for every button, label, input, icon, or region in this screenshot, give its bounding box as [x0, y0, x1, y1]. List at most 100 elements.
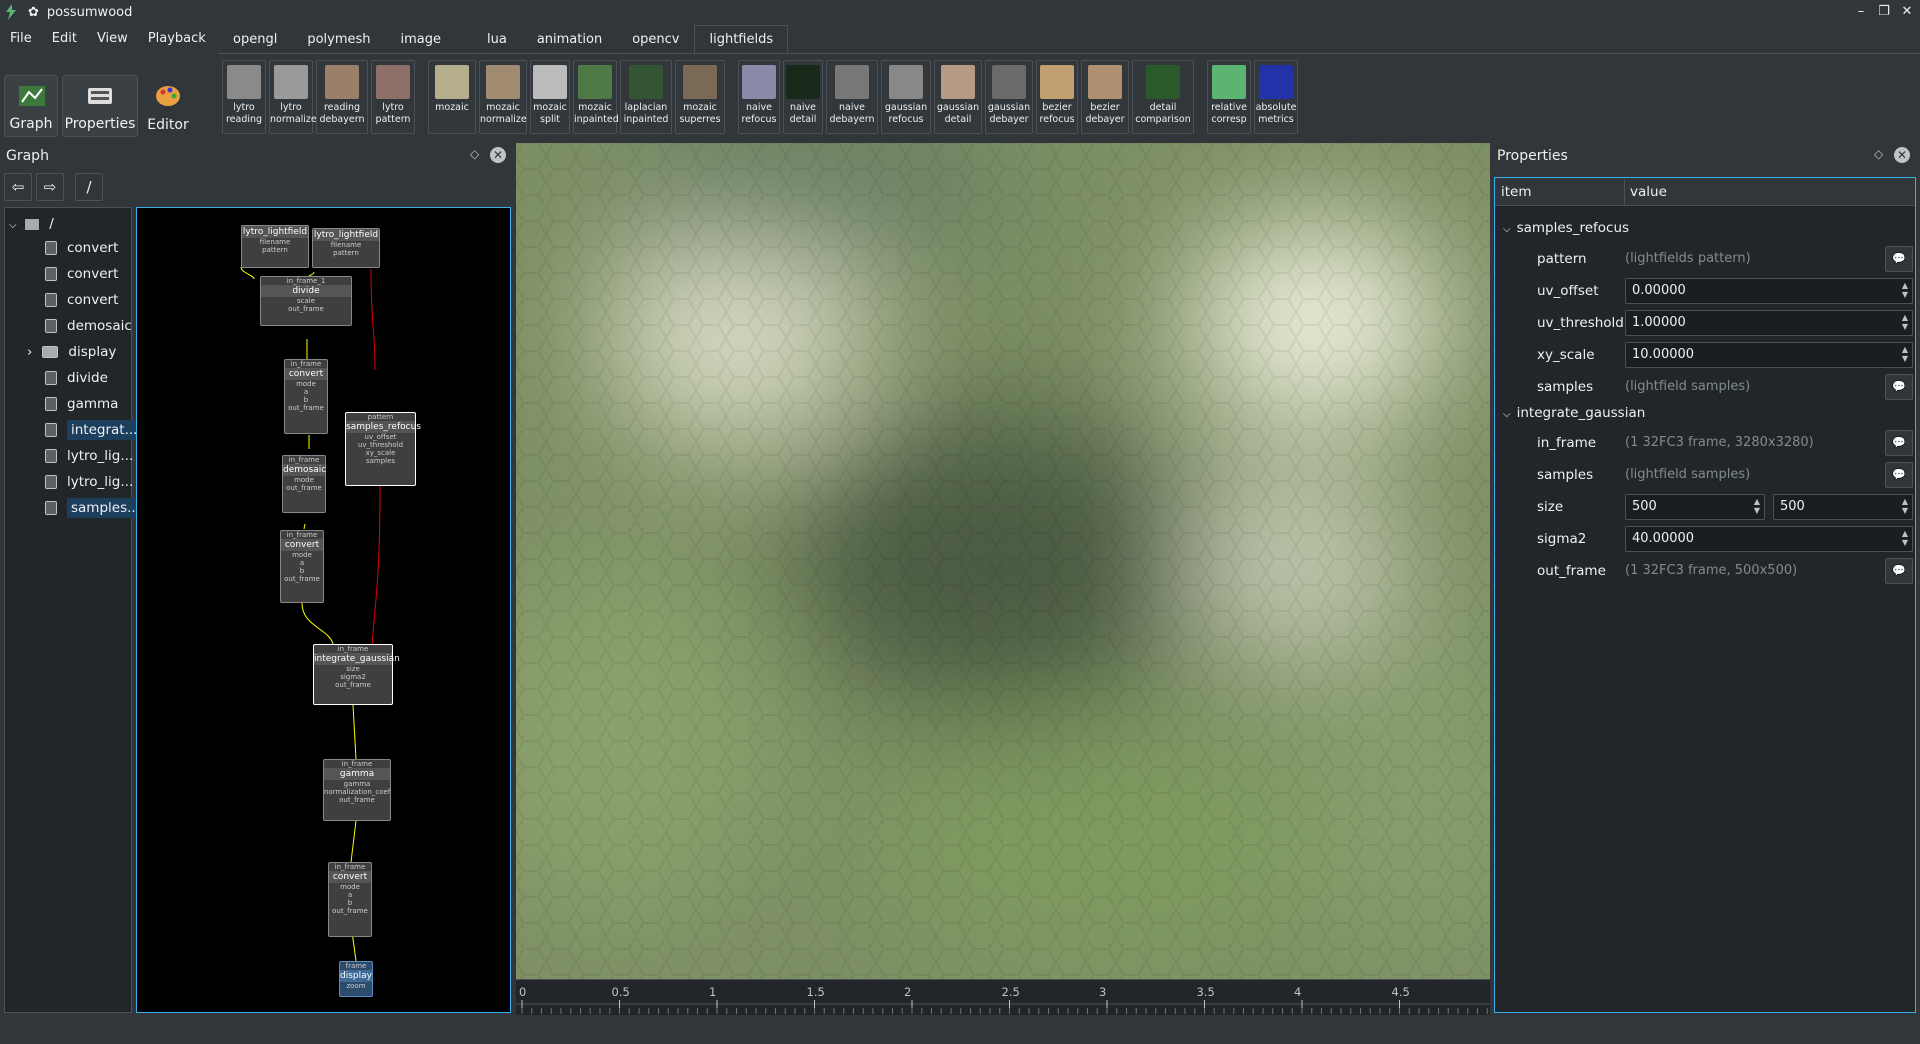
group-integrate-gaussian[interactable]: ⌵ integrate_gaussian — [1503, 400, 1645, 426]
tool-lytro-pattern-button[interactable]: lytro pattern — [371, 60, 415, 134]
tree-item-8[interactable]: lytro_lig... — [45, 444, 133, 468]
tool-reading-debayern-button[interactable]: reading debayern — [316, 60, 368, 134]
float-properties-icon[interactable]: ◇ — [1874, 147, 1883, 161]
tab-polymesh[interactable]: polymesh — [292, 25, 386, 53]
chevron-down-icon[interactable]: ⌵ — [1503, 224, 1511, 235]
tool-mozaic-superres-button[interactable]: mozaic superres — [675, 60, 725, 134]
close-properties-icon[interactable]: ✕ — [1894, 147, 1910, 163]
node-icon — [45, 501, 57, 515]
tool-absolute-metrics-button[interactable]: absolute metrics — [1254, 60, 1298, 134]
tool-bezier-refocus-button[interactable]: bezier refocus — [1036, 60, 1078, 134]
image-viewport[interactable] — [516, 143, 1490, 979]
tree-item-10[interactable]: samples... — [45, 496, 144, 520]
tool-naive-refocus-button[interactable]: naive refocus — [738, 60, 780, 134]
tree-item-1[interactable]: convert — [45, 262, 118, 286]
spin-arrows-icon[interactable]: ▲ ▼ — [1902, 497, 1908, 515]
tool-naive-debayern-button[interactable]: naive debayern — [826, 60, 878, 134]
comment-icon: 💬 — [1892, 436, 1906, 449]
node-convert-2[interactable]: in_frame convert mode a b out_frame — [280, 530, 324, 603]
tool-mozaic-normalize-button[interactable]: mozaic normalize — [479, 60, 527, 134]
tool-mozaic-button[interactable]: mozaic — [428, 60, 476, 134]
tool-relative-corresp-button[interactable]: relative corresp — [1207, 60, 1251, 134]
minimize-icon[interactable]: – — [1852, 3, 1870, 21]
tab-opengl[interactable]: opengl — [218, 25, 293, 53]
spin-arrows-icon[interactable]: ▲ ▼ — [1902, 345, 1908, 363]
size-height-input[interactable]: 500 ▲ ▼ — [1773, 494, 1913, 520]
node-lytro-lightfield-1[interactable]: lytro_lightfield filename pattern — [241, 225, 309, 268]
pattern-detail-button[interactable]: 💬 — [1885, 246, 1913, 272]
tree-item-6[interactable]: gamma — [45, 392, 118, 416]
spin-arrows-icon[interactable]: ▲ ▼ — [1902, 529, 1908, 547]
menu-view[interactable]: View — [87, 27, 138, 51]
tree-item-2[interactable]: convert — [45, 288, 118, 312]
tool-bezier-debayer-button[interactable]: bezier debayer — [1081, 60, 1129, 134]
menu-playback[interactable]: Playback — [138, 27, 216, 51]
float-graph-icon[interactable]: ◇ — [470, 147, 479, 161]
tab-image[interactable]: image — [385, 25, 456, 53]
node-graph-canvas[interactable]: lytro_lightfield filename pattern lytro_… — [136, 207, 511, 1013]
maximize-icon[interactable]: ❐ — [1875, 3, 1893, 21]
samples-detail-button[interactable]: 💬 — [1885, 374, 1913, 400]
menu-edit[interactable]: Edit — [42, 27, 87, 51]
tree-item-9[interactable]: lytro_lig... — [45, 470, 133, 494]
node-convert-1[interactable]: in_frame convert mode a b out_frame — [284, 359, 328, 434]
tab-lua[interactable]: lua — [472, 25, 522, 53]
tool-mozaic-inpainted-button[interactable]: mozaic inpainted — [573, 60, 619, 134]
tab-opencv[interactable]: opencv — [617, 25, 695, 53]
tree-item-3[interactable]: demosaic — [45, 314, 132, 338]
node-display[interactable]: frame display zoom — [339, 961, 373, 997]
spin-arrows-icon[interactable]: ▲ ▼ — [1754, 497, 1760, 515]
tool-label: refocus — [741, 114, 777, 125]
out-frame-detail-button[interactable]: 💬 — [1885, 558, 1913, 584]
tool-gaussian-detail-button[interactable]: gaussian detail — [934, 60, 982, 134]
back-button[interactable]: ⇦ — [4, 173, 32, 201]
node-integrate-gaussian[interactable]: in_frame integrate_gaussian size sigma2 … — [313, 644, 400, 705]
spin-arrows-icon[interactable]: ▲ ▼ — [1902, 313, 1908, 331]
tool-mozaic-split-button[interactable]: mozaic split — [530, 60, 570, 134]
group-samples-refocus[interactable]: ⌵ samples_refocus — [1503, 215, 1629, 241]
mode-graph-button[interactable]: Graph — [4, 75, 58, 137]
tree-item-label: display — [68, 344, 117, 360]
tool-gaussian-refocus-button[interactable]: gaussian refocus — [881, 60, 931, 134]
node-samples-refocus[interactable]: pattern samples_refocus uv_offset uv_thr… — [345, 412, 421, 486]
tree-item-4[interactable]: › display — [27, 340, 116, 364]
chevron-down-icon[interactable]: ⌵ — [9, 220, 17, 231]
tool-gaussian-debayer-button[interactable]: gaussian debayer — [985, 60, 1033, 134]
uv-threshold-input[interactable]: 1.00000 ▲ ▼ — [1625, 310, 1913, 336]
menu-file[interactable]: File — [0, 27, 42, 51]
tree-item-label: gamma — [67, 396, 119, 412]
forward-button[interactable]: ⇨ — [36, 173, 64, 201]
window-menu-icon[interactable]: ✿ — [28, 5, 39, 20]
size-width-input[interactable]: 500 ▲ ▼ — [1625, 494, 1765, 520]
tree-item-0[interactable]: convert — [45, 236, 118, 260]
tool-lytro-reading-button[interactable]: lytro reading — [222, 60, 266, 134]
tree-root[interactable]: ⌵ / — [9, 212, 54, 236]
mode-editor-button[interactable]: Editor — [141, 75, 195, 137]
tool-detail-comparison-button[interactable]: detail comparison — [1132, 60, 1194, 134]
tree-item-5[interactable]: divide — [45, 366, 108, 390]
node-demosaic[interactable]: in_frame demosaic mode out_frame — [282, 455, 326, 513]
node-lytro-lightfield-2[interactable]: lytro_lightfield filename pattern — [312, 228, 380, 268]
tool-laplacian-inpainted-button[interactable]: laplacian inpainted — [620, 60, 672, 134]
xy-scale-input[interactable]: 10.00000 ▲ ▼ — [1625, 342, 1913, 368]
chevron-right-icon[interactable]: › — [27, 344, 32, 360]
samples-2-detail-button[interactable]: 💬 — [1885, 462, 1913, 488]
node-divide[interactable]: in_frame_1 divide scale out_frame — [260, 276, 352, 326]
close-window-icon[interactable]: ✕ — [1898, 3, 1916, 21]
node-gamma[interactable]: in_frame gamma gamma normalization_coef … — [323, 759, 391, 821]
in-frame-detail-button[interactable]: 💬 — [1885, 430, 1913, 456]
tab-lightfields[interactable]: lightfields — [694, 25, 789, 53]
tool-naive-detail-button[interactable]: naive detail — [783, 60, 823, 134]
mode-properties-button[interactable]: Properties — [62, 75, 138, 137]
sigma2-input[interactable]: 40.00000 ▲ ▼ — [1625, 526, 1913, 552]
close-graph-icon[interactable]: ✕ — [490, 147, 506, 163]
tool-lytro-normalize-button[interactable]: lytro normalize — [269, 60, 317, 134]
spin-arrows-icon[interactable]: ▲ ▼ — [1902, 281, 1908, 299]
timeline[interactable]: 0 0.5 1 1.5 2 2.5 3 3.5 4 4.5 — [516, 979, 1490, 1015]
node-convert-3[interactable]: in_frame convert mode a b out_frame — [328, 862, 372, 937]
tab-animation[interactable]: animation — [521, 25, 618, 53]
tree-item-7[interactable]: integrat... — [45, 418, 142, 442]
chevron-down-icon[interactable]: ⌵ — [1503, 409, 1511, 420]
uv-offset-input[interactable]: 0.00000 ▲ ▼ — [1625, 278, 1913, 304]
path-breadcrumb[interactable]: / — [75, 173, 103, 201]
